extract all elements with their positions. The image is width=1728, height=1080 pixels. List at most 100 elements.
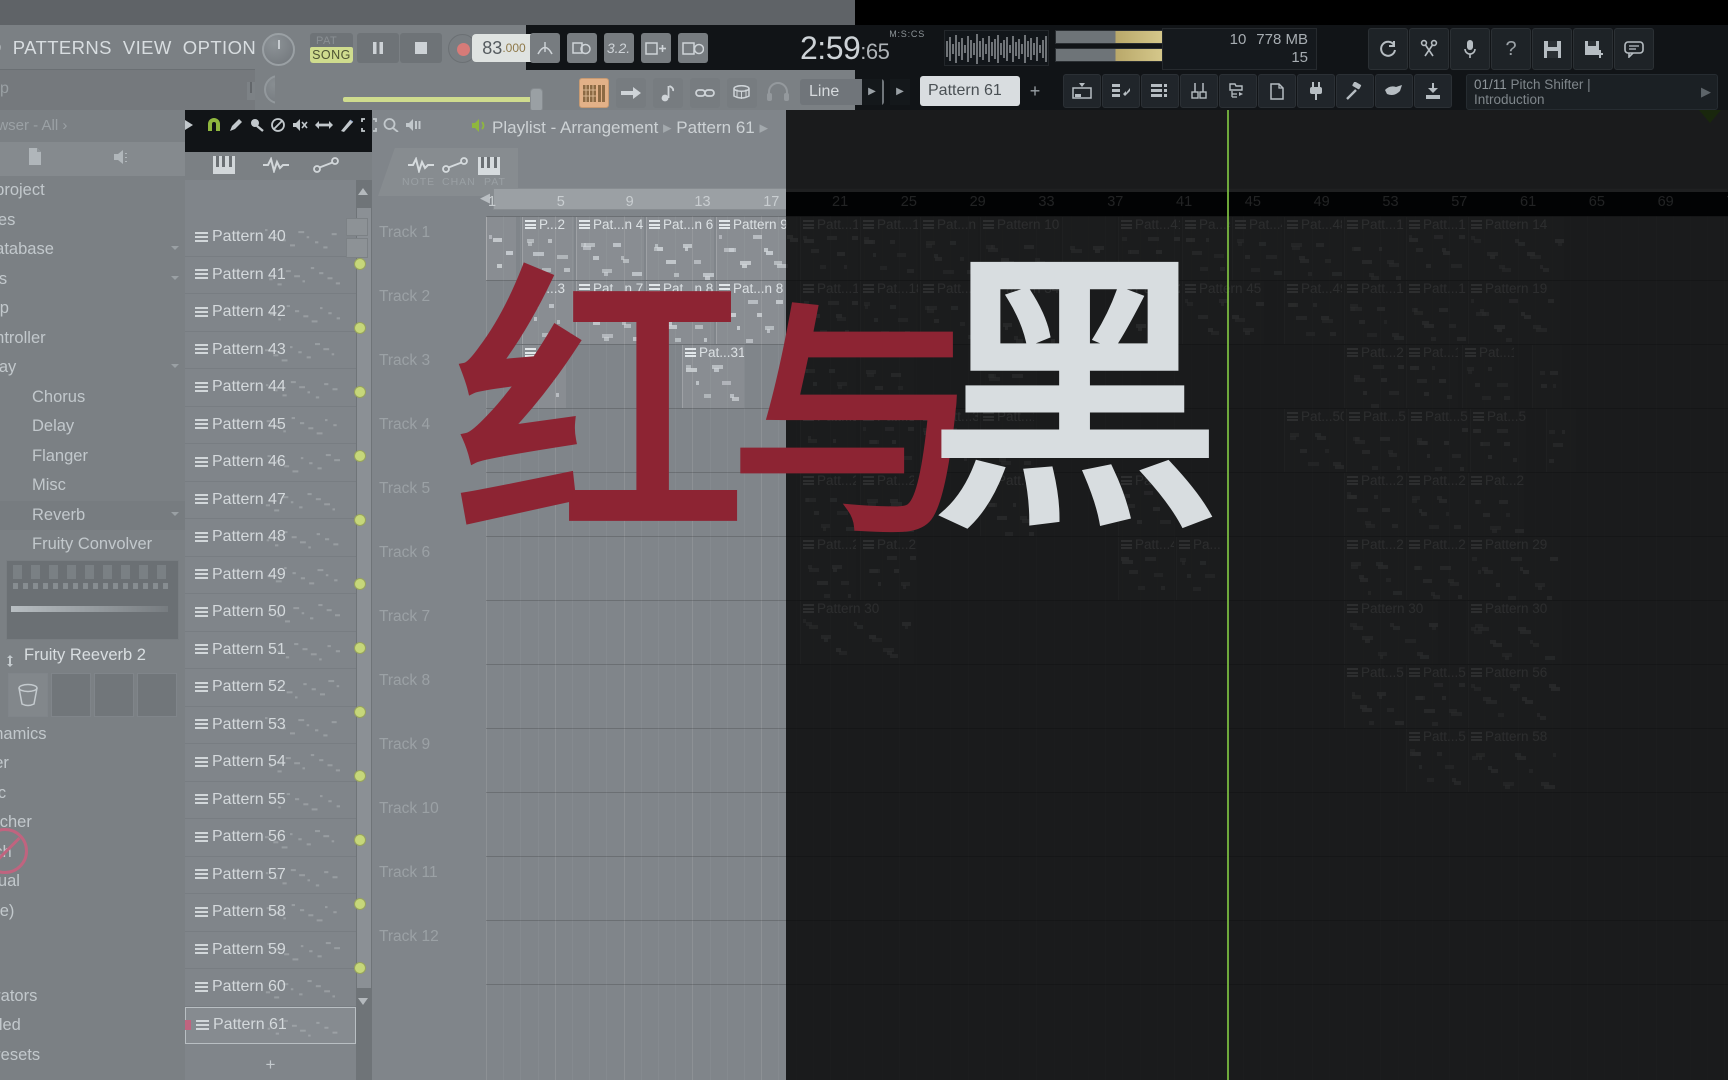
- pattern-clip[interactable]: Patt...42: [1118, 281, 1180, 344]
- pattern-row[interactable]: Pattern 47: [185, 482, 356, 519]
- effects-button[interactable]: [1336, 74, 1374, 108]
- chevron-down-icon[interactable]: [171, 364, 179, 368]
- pattern-clip[interactable]: Patt...53: [1346, 409, 1406, 472]
- track-header[interactable]: Track 2: [354, 280, 486, 344]
- chevron-down-icon[interactable]: [171, 275, 179, 280]
- plugin-thumb-3[interactable]: [94, 672, 134, 717]
- playlist-grid[interactable]: P...2Pat...n 4Pat...n 6Pattern 9Patt...1…: [486, 216, 1728, 1080]
- playlist-speaker-icon[interactable]: [471, 118, 489, 137]
- pattern-clip[interactable]: Pattern 19: [1468, 281, 1560, 344]
- pattern-clip[interactable]: Pat...n 8: [716, 281, 784, 344]
- note-tool-button[interactable]: [649, 70, 686, 115]
- pattern-clip[interactable]: Pat...4: [1232, 217, 1282, 280]
- magnet-icon[interactable]: [206, 118, 222, 136]
- playlist-button[interactable]: [1141, 74, 1179, 108]
- pattern-clip[interactable]: Patt...41: [1118, 217, 1180, 280]
- pattern-clip[interactable]: Patt...25: [1406, 473, 1466, 536]
- pattern-clip[interactable]: Patt...23: [1344, 473, 1404, 536]
- pattern-clip[interactable]: Patt...18: [800, 281, 858, 344]
- playback-tool-icon[interactable]: [405, 118, 421, 136]
- plugin-picker-button[interactable]: [1297, 74, 1335, 108]
- pattern-song-toggle[interactable]: PAT SONG: [310, 33, 353, 63]
- track-enable-led[interactable]: [354, 770, 366, 782]
- metronome-button[interactable]: [526, 25, 563, 70]
- scroll-up-arrow[interactable]: [358, 188, 368, 195]
- pattern-row[interactable]: Pattern 42: [185, 294, 356, 332]
- reverb-thumbnail[interactable]: [8, 672, 48, 717]
- browser-item2-6[interactable]: ete): [0, 897, 185, 927]
- pattern-clip[interactable]: Patt...36: [980, 473, 1036, 536]
- pattern-clip[interactable]: [1532, 345, 1562, 408]
- countdown-button[interactable]: 3.2.: [600, 25, 637, 70]
- pattern-clip[interactable]: Patt...53: [1408, 409, 1468, 472]
- pattern-row[interactable]: Pattern 58: [185, 894, 356, 932]
- browser-item-10[interactable]: Misc: [0, 471, 185, 501]
- browser-item2-5[interactable]: isual: [0, 867, 185, 897]
- select-tool-icon[interactable]: [361, 118, 377, 136]
- new-file-button[interactable]: [1258, 74, 1296, 108]
- pattern-clip[interactable]: Pattern 30: [1468, 601, 1562, 664]
- pattern-row[interactable]: Pattern 46: [185, 444, 356, 482]
- pattern-row-selected[interactable]: Pattern 61: [185, 1006, 356, 1044]
- link-button[interactable]: [686, 70, 723, 115]
- pattern-row[interactable]: Pattern 40: [185, 219, 356, 257]
- pattern-clip[interactable]: Pat...27: [860, 537, 916, 600]
- pattern-clip[interactable]: Pat...n 4: [576, 217, 644, 280]
- pattern-clip[interactable]: Patt...18: [1344, 281, 1404, 344]
- track-header[interactable]: Track 3: [354, 344, 486, 408]
- pattern-clip[interactable]: Patt...38: [1118, 473, 1174, 536]
- loop-record-button[interactable]: [674, 25, 711, 70]
- slice-tool-icon[interactable]: [339, 118, 355, 136]
- pattern-clip[interactable]: Pat...31: [682, 345, 744, 408]
- tab-automation-icon[interactable]: [408, 156, 434, 178]
- snap-dropdown-arrow-2[interactable]: ▶: [890, 79, 910, 105]
- pattern-clip[interactable]: Patt...13: [1344, 217, 1404, 280]
- browser-item2-0[interactable]: ynamics: [0, 720, 185, 750]
- browser-header[interactable]: rowser - All ›: [0, 110, 185, 142]
- pattern-clip[interactable]: Pat...50: [1284, 409, 1344, 472]
- track-enable-led[interactable]: [354, 258, 366, 270]
- save-button[interactable]: [1532, 28, 1572, 70]
- pattern-clip[interactable]: P...3: [522, 281, 574, 344]
- pattern-clip[interactable]: Pa...: [522, 345, 566, 408]
- pattern-clip[interactable]: Patt...43: [1118, 537, 1174, 600]
- browser-item-12[interactable]: Fruity Convolver: [0, 530, 185, 560]
- track-enable-led[interactable]: [354, 898, 366, 910]
- pattern-clip[interactable]: Pat...20: [800, 345, 856, 408]
- track-header[interactable]: Track 9: [354, 728, 486, 792]
- download-button[interactable]: [1414, 74, 1452, 108]
- pattern-row[interactable]: Pattern 54: [185, 744, 356, 782]
- piano-roll-button[interactable]: [575, 70, 612, 115]
- add-pattern-button[interactable]: +: [1024, 76, 1046, 106]
- pattern-clip[interactable]: Pat...n 5: [920, 217, 978, 280]
- chevron-down-icon[interactable]: [171, 246, 179, 250]
- playhead-marker[interactable]: [1699, 110, 1721, 123]
- browser-item-4[interactable]: mp: [0, 294, 185, 324]
- comments-button[interactable]: [1614, 28, 1654, 70]
- pattern-clip[interactable]: Pattern 14: [1468, 217, 1564, 280]
- browser-item3-2[interactable]: presets: [0, 1041, 185, 1071]
- pattern-row[interactable]: Pattern 49: [185, 557, 356, 594]
- stop-button[interactable]: [400, 33, 442, 63]
- pattern-clip[interactable]: Pat...1: [1406, 345, 1458, 408]
- menu-item-view[interactable]: VIEW: [123, 37, 172, 59]
- pattern-row[interactable]: Pattern 41: [185, 257, 356, 294]
- chevron-down-icon[interactable]: [171, 511, 179, 516]
- pattern-clip[interactable]: Pat...1: [1462, 345, 1514, 408]
- snap-dropdown-arrow[interactable]: ▶: [862, 79, 882, 105]
- wait-for-input-button[interactable]: [563, 25, 600, 70]
- pattern-clip[interactable]: Pattern 10: [980, 217, 1060, 280]
- zoom-tool-icon[interactable]: [383, 118, 399, 136]
- track-enable-led[interactable]: [354, 450, 366, 462]
- pattern-row[interactable]: Pattern 43: [185, 332, 356, 369]
- delete-tool-icon[interactable]: [271, 118, 285, 136]
- track-enable-led[interactable]: [354, 578, 366, 590]
- browser-item-11[interactable]: Reverb: [0, 500, 185, 530]
- pattern-row[interactable]: Pattern 50: [185, 594, 356, 632]
- pattern-clip[interactable]: Pattern 30: [1344, 601, 1438, 664]
- browser-item-9[interactable]: Flanger: [0, 442, 185, 472]
- pattern-clip[interactable]: Patt...32: [920, 409, 978, 472]
- pattern-clip[interactable]: [1062, 217, 1116, 280]
- add-pattern-row[interactable]: +: [185, 1052, 356, 1080]
- pattern-clip[interactable]: Patt...16: [1406, 217, 1466, 280]
